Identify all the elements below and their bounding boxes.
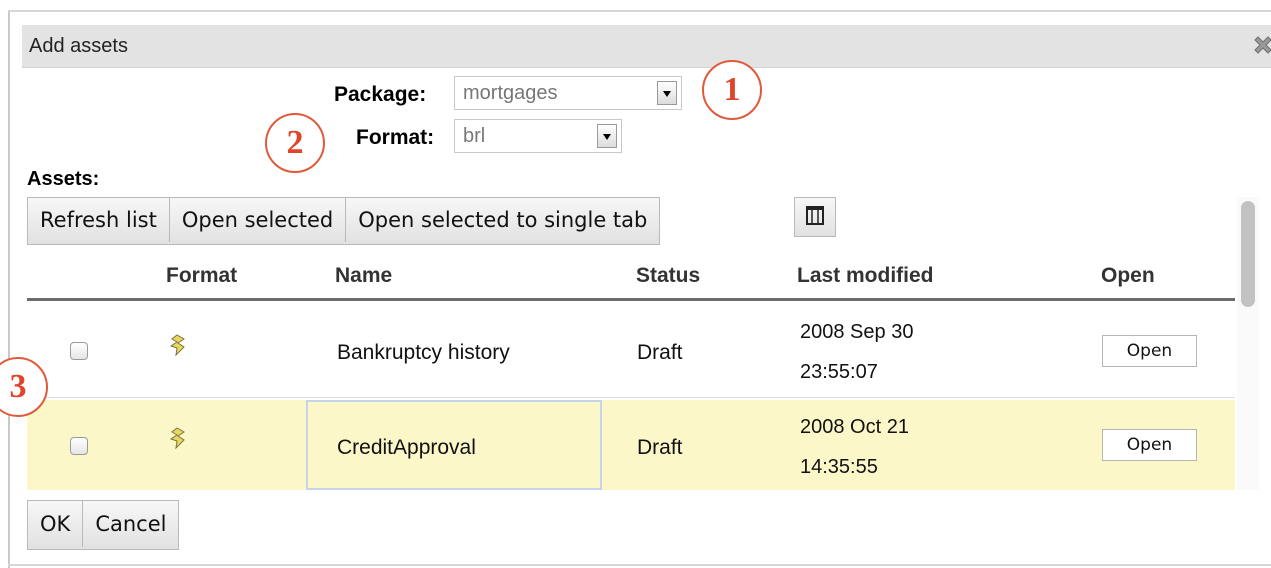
- open-selected-button[interactable]: Open selected: [170, 198, 347, 242]
- scrollbar-thumb[interactable]: [1241, 201, 1255, 307]
- dialog-frame-left: [8, 10, 10, 568]
- asset-status: Draft: [637, 341, 683, 364]
- ok-button[interactable]: OK: [28, 501, 84, 547]
- open-asset-button[interactable]: Open: [1102, 335, 1197, 367]
- table-row[interactable]: CreditApproval Draft 2008 Oct 21 14:35:5…: [27, 400, 1235, 490]
- open-asset-button[interactable]: Open: [1102, 429, 1197, 461]
- format-select[interactable]: brl: [454, 119, 622, 153]
- asset-name: Bankruptcy history: [337, 341, 510, 364]
- format-label: Format:: [356, 126, 435, 149]
- dialog-title: Add assets: [29, 35, 128, 57]
- cancel-button[interactable]: Cancel: [83, 501, 178, 547]
- asset-date: 2008 Sep 30: [800, 321, 914, 343]
- package-value: mortgages: [463, 82, 558, 104]
- asset-time: 14:35:55: [800, 456, 878, 478]
- open-selected-single-tab-button[interactable]: Open selected to single tab: [346, 198, 659, 242]
- column-header-format[interactable]: Format: [166, 264, 237, 288]
- assets-label: Assets:: [27, 168, 100, 190]
- column-header-last-modified[interactable]: Last modified: [797, 264, 934, 288]
- package-select[interactable]: mortgages: [454, 76, 682, 110]
- format-value: brl: [463, 125, 486, 147]
- annotation-badge-2: 2: [265, 113, 325, 173]
- close-icon[interactable]: [1251, 33, 1271, 57]
- chevron-down-icon[interactable]: [597, 124, 617, 148]
- row-checkbox[interactable]: [70, 342, 88, 360]
- column-picker-button[interactable]: [794, 197, 836, 237]
- asset-date: 2008 Oct 21: [800, 416, 909, 438]
- refresh-list-button[interactable]: Refresh list: [28, 198, 170, 242]
- chevron-down-icon[interactable]: [657, 81, 677, 105]
- rule-file-icon: [169, 334, 185, 357]
- dialog-titlebar: Add assets: [22, 25, 1271, 68]
- columns-icon: [806, 206, 824, 225]
- asset-name: CreditApproval: [337, 436, 476, 459]
- column-header-status[interactable]: Status: [636, 264, 700, 288]
- table-scrollbar[interactable]: [1237, 197, 1259, 490]
- dialog-footer: OK Cancel: [27, 500, 180, 550]
- column-header-name[interactable]: Name: [335, 264, 392, 288]
- asset-status: Draft: [637, 436, 683, 459]
- asset-time: 23:55:07: [800, 361, 878, 383]
- row-checkbox[interactable]: [70, 437, 88, 455]
- assets-toolbar: Refresh list Open selected Open selected…: [27, 197, 661, 245]
- package-label: Package:: [334, 83, 427, 106]
- dialog-frame-top: [8, 10, 1271, 12]
- header-divider: [27, 298, 1235, 301]
- annotation-badge-1: 1: [702, 60, 762, 120]
- rule-file-icon: [169, 427, 185, 450]
- column-header-open[interactable]: Open: [1101, 264, 1155, 288]
- table-row[interactable]: Bankruptcy history Draft 2008 Sep 30 23:…: [27, 305, 1235, 398]
- dialog-frame-bottom: [8, 564, 1271, 566]
